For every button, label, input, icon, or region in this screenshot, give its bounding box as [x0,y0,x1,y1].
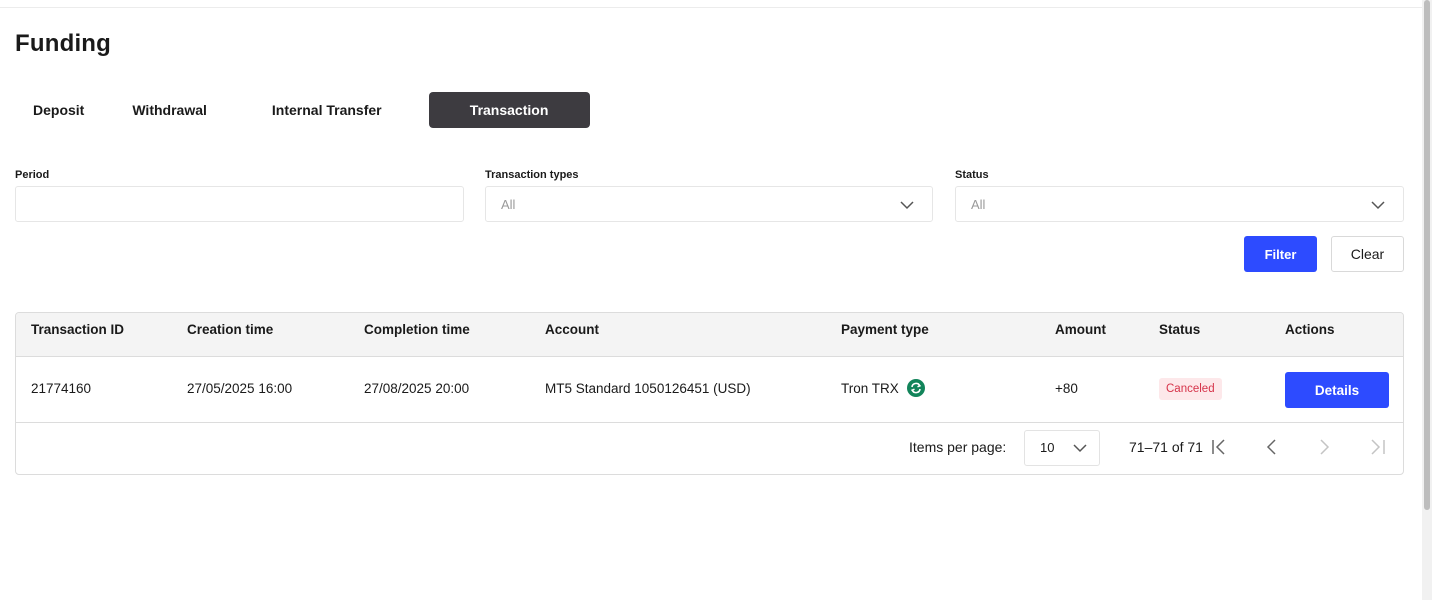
last-page-button[interactable] [1366,436,1388,458]
transaction-types-value: All [501,197,516,212]
header-transaction-id: Transaction ID [31,322,125,337]
header-amount: Amount [1055,322,1106,337]
items-per-page-label: Items per page: [909,439,1007,455]
filter-button[interactable]: Filter [1244,236,1317,272]
status-badge: Canceled [1159,378,1222,400]
clear-button[interactable]: Clear [1331,236,1404,272]
tab-withdrawal[interactable]: Withdrawal [132,92,207,128]
cell-account: MT5 Standard 1050126451 (USD) [545,381,751,396]
last-page-icon [1371,439,1385,455]
header-status: Status [1159,322,1201,337]
pagination: Items per page: 10 71–71 of 71 [16,423,1403,474]
table-header: Transaction ID Creation time Completion … [16,313,1403,357]
cell-transaction-id: 21774160 [31,381,92,396]
period-input[interactable] [15,186,464,222]
period-label: Period [15,169,50,181]
transaction-types-select[interactable]: All [485,186,933,222]
status-select[interactable]: All [955,186,1404,222]
page-range: 71–71 of 71 [1129,439,1203,455]
first-page-button[interactable] [1209,436,1231,458]
tab-internal-transfer[interactable]: Internal Transfer [272,92,382,128]
table-row: 21774160 27/05/2025 16:00 27/08/2025 20:… [16,357,1403,423]
status-filter: Status All [955,168,1404,222]
details-button[interactable]: Details [1285,372,1389,408]
chevron-left-icon [1266,439,1276,455]
header-payment-type: Payment type [841,322,929,337]
scrollbar-thumb[interactable] [1424,0,1430,510]
page-title: Funding [15,30,112,57]
header-creation-time: Creation time [187,322,274,337]
transaction-types-filter: Transaction types All [485,168,933,222]
transaction-types-label: Transaction types [485,169,579,181]
tab-transaction-history[interactable]: Transaction History [428,92,590,154]
items-per-page-select[interactable]: 10 [1024,430,1100,466]
items-per-page-value: 10 [1040,440,1055,455]
cell-creation-time: 27/05/2025 16:00 [187,381,293,396]
tron-trx-icon [906,379,925,398]
payment-type-label: Tron TRX [841,381,899,396]
chevron-down-icon [1371,201,1385,210]
page-scrollbar[interactable] [1422,0,1432,600]
cell-completion-time: 27/08/2025 20:00 [364,381,470,396]
cell-amount: +80 [1055,381,1078,396]
status-value: All [971,197,986,212]
first-page-icon [1212,439,1225,455]
funding-tabs: Deposit Withdrawal Internal Transfer Tra… [15,92,590,154]
header-actions: Actions [1285,322,1335,337]
previous-page-button[interactable] [1261,436,1283,458]
top-divider [0,7,1422,8]
chevron-down-icon [900,201,914,210]
transactions-table: Transaction ID Creation time Completion … [15,312,1404,475]
next-page-button[interactable] [1313,436,1335,458]
tab-deposit[interactable]: Deposit [15,92,102,128]
header-completion-time: Completion time [364,322,470,337]
chevron-down-icon [1073,444,1087,453]
period-filter: Period [15,168,464,222]
chevron-right-icon [1320,439,1330,455]
header-account: Account [545,322,599,337]
status-label: Status [955,169,989,181]
cell-payment-type: Tron TRX [841,357,925,421]
